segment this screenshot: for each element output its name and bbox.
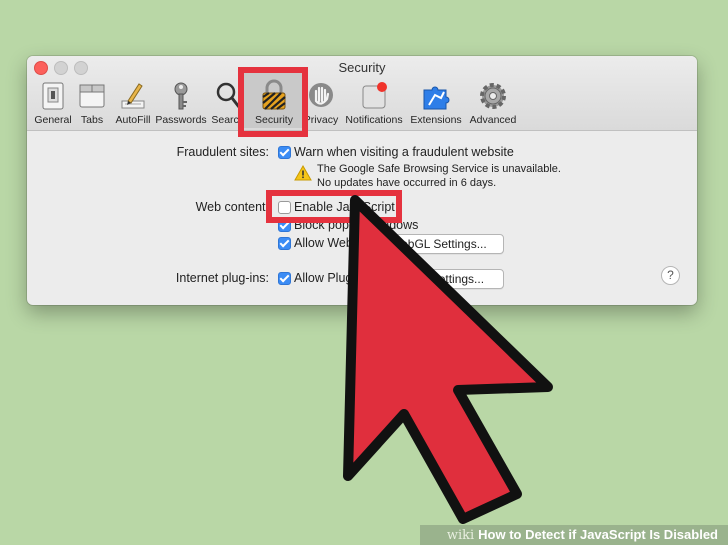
red-arrow-pointer — [343, 195, 553, 524]
footer-caption: wiki How to Detect if JavaScript Is Disab… — [447, 527, 718, 543]
article-title: How to Detect if JavaScript Is Disabled — [478, 527, 718, 542]
wiki-brand: wiki — [446, 528, 475, 543]
